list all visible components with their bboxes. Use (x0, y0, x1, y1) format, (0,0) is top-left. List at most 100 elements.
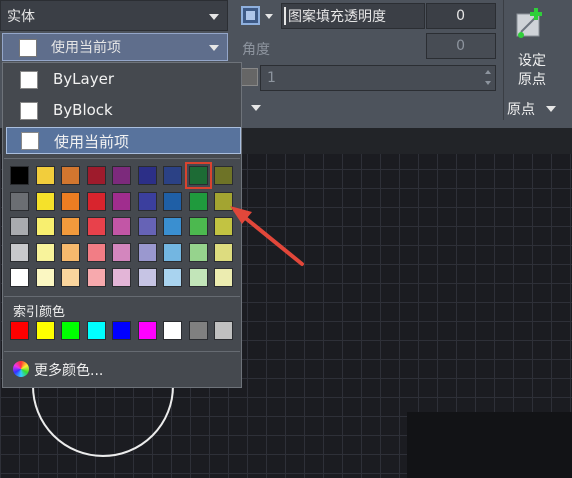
index-color-cell[interactable] (112, 321, 131, 340)
set-origin-icon (516, 8, 542, 38)
angle-input[interactable]: 0 (426, 33, 496, 59)
origin-panel-title: 原点 (507, 102, 535, 118)
divider (4, 351, 240, 352)
chevron-down-icon (209, 45, 219, 51)
color-wheel-icon (13, 361, 29, 377)
color-cell[interactable] (112, 166, 131, 185)
index-color-cell[interactable] (35, 321, 55, 340)
color-swatch (20, 71, 38, 89)
fill-type-select[interactable]: 实体 (0, 0, 228, 31)
color-cell[interactable] (86, 191, 106, 211)
scale-value: 1 (267, 70, 276, 86)
transparency-label: 图案填充透明度 (288, 9, 386, 25)
color-cell[interactable] (86, 217, 106, 236)
color-cell[interactable] (10, 268, 29, 287)
more-colors-button[interactable]: 更多颜色... (13, 359, 233, 381)
transparency-icon[interactable] (241, 6, 260, 25)
option-label: ByLayer (53, 70, 114, 88)
color-cell[interactable] (61, 268, 80, 287)
transparency-field-label: 图案填充透明度 (281, 3, 425, 29)
spin-down-icon[interactable] (485, 81, 491, 85)
color-cell[interactable] (86, 242, 106, 262)
color-swatch (19, 39, 37, 57)
index-color-cell[interactable] (214, 321, 233, 340)
set-origin-line-1: 设定 (518, 53, 546, 69)
color-cell[interactable] (137, 217, 157, 236)
scale-input[interactable]: 1 (260, 65, 496, 91)
chevron-down-icon[interactable] (546, 106, 556, 112)
color-cell[interactable] (112, 268, 131, 287)
cursor-bar-icon (284, 7, 286, 25)
color-cell[interactable] (86, 268, 106, 287)
color-cell[interactable] (61, 191, 80, 211)
color-cell[interactable] (137, 242, 157, 262)
option-byblock[interactable]: ByBlock (6, 97, 241, 124)
color-cell[interactable] (35, 268, 55, 287)
angle-value: 0 (456, 38, 465, 54)
panel-expand-icon[interactable] (251, 105, 261, 111)
index-color-cell[interactable] (188, 321, 208, 340)
color-swatch (21, 132, 39, 150)
angle-label: 角度 (242, 42, 270, 58)
color-cell[interactable] (163, 217, 182, 236)
transparency-input[interactable]: 0 (426, 3, 496, 29)
color-swatch (20, 102, 38, 120)
divider (503, 0, 504, 120)
color-cell[interactable] (214, 217, 233, 236)
index-color-cell[interactable] (86, 321, 106, 340)
color-dropdown: ByLayer ByBlock 使用当前项 索引颜色 更多颜色... (2, 62, 242, 388)
color-cell[interactable] (10, 191, 29, 211)
hatch-color-select[interactable]: 使用当前项 (2, 33, 228, 61)
color-cell[interactable] (188, 242, 208, 262)
option-use-current[interactable]: 使用当前项 (6, 127, 241, 154)
color-cell[interactable] (112, 191, 131, 211)
color-cell[interactable] (163, 268, 182, 287)
color-cell[interactable] (35, 242, 55, 262)
set-origin-line-2: 原点 (518, 72, 546, 88)
selected-color-highlight (184, 162, 212, 189)
color-cell[interactable] (214, 166, 233, 185)
color-cell[interactable] (35, 217, 55, 236)
color-cell[interactable] (35, 191, 55, 211)
color-cell[interactable] (35, 166, 55, 185)
color-cell[interactable] (163, 166, 182, 185)
scale-icon (241, 68, 258, 86)
color-cell[interactable] (163, 242, 182, 262)
option-label: ByBlock (53, 101, 113, 119)
color-cell[interactable] (10, 217, 29, 236)
color-cell[interactable] (61, 242, 80, 262)
drawing-region (407, 412, 572, 478)
chevron-down-icon (209, 14, 219, 20)
spin-up-icon[interactable] (485, 70, 491, 74)
color-cell[interactable] (112, 217, 131, 236)
color-cell[interactable] (188, 217, 208, 236)
fill-type-value: 实体 (7, 8, 35, 25)
divider (4, 296, 240, 297)
color-cell[interactable] (10, 242, 29, 262)
color-cell[interactable] (86, 166, 106, 185)
transparency-value: 0 (456, 8, 465, 24)
chevron-down-icon[interactable] (265, 14, 273, 19)
color-cell[interactable] (61, 217, 80, 236)
color-cell[interactable] (137, 191, 157, 211)
index-color-label: 索引颜色 (13, 305, 66, 320)
color-cell[interactable] (214, 191, 233, 211)
color-cell[interactable] (188, 191, 208, 211)
index-color-cell[interactable] (61, 321, 80, 340)
index-color-cell[interactable] (137, 321, 157, 340)
color-cell[interactable] (61, 166, 80, 185)
divider (4, 158, 240, 159)
color-cell[interactable] (214, 242, 233, 262)
color-cell[interactable] (10, 166, 29, 185)
index-color-cell[interactable] (163, 321, 182, 340)
option-bylayer[interactable]: ByLayer (6, 66, 241, 93)
color-cell[interactable] (137, 268, 157, 287)
option-label: 使用当前项 (54, 133, 130, 151)
color-cell[interactable] (188, 268, 208, 287)
color-cell[interactable] (112, 242, 131, 262)
set-origin-button[interactable]: 设定 原点 (507, 4, 557, 92)
color-cell[interactable] (163, 191, 182, 211)
color-cell[interactable] (214, 268, 233, 287)
color-cell[interactable] (137, 166, 157, 185)
index-color-cell[interactable] (10, 321, 29, 340)
